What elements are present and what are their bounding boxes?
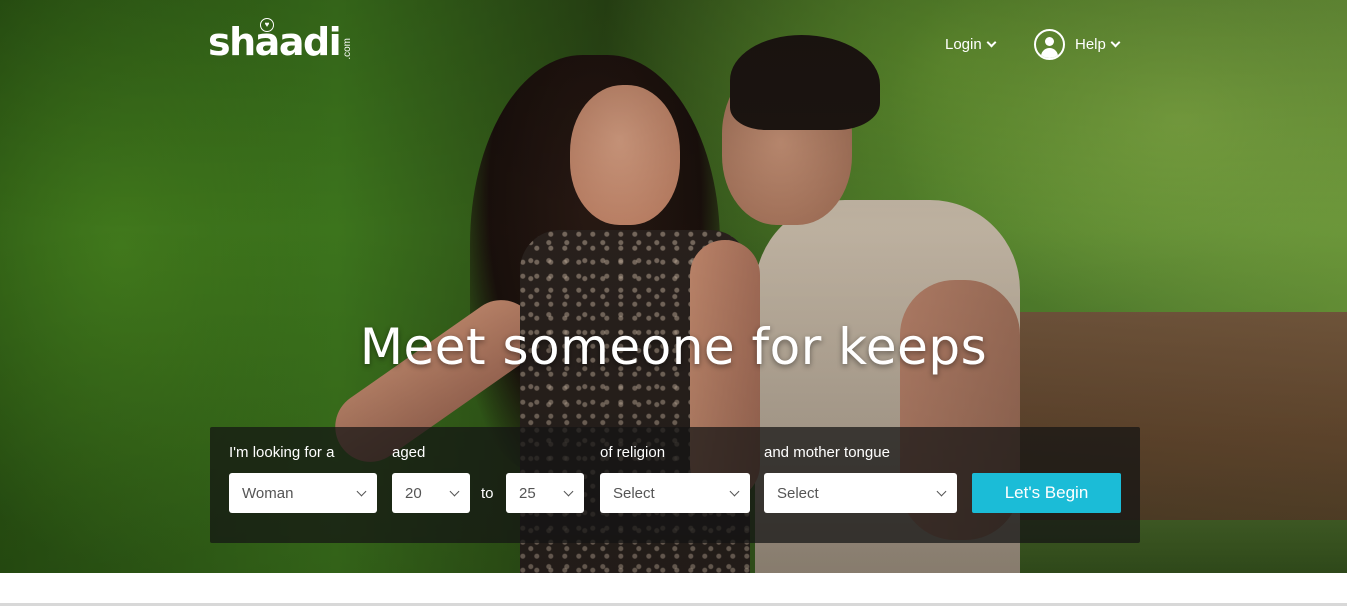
login-label: Login <box>945 35 982 53</box>
chevron-down-icon <box>729 486 740 497</box>
age-to-separator: to <box>481 485 494 502</box>
age-to-value: 25 <box>519 484 536 502</box>
age-from-value: 20 <box>405 484 422 502</box>
lets-begin-button[interactable]: Let's Begin <box>972 473 1121 513</box>
mother-tongue-label: and mother tongue <box>764 444 890 461</box>
looking-for-select[interactable]: Woman <box>229 473 377 513</box>
religion-label: of religion <box>600 444 666 461</box>
site-logo[interactable]: shaadi ♥ .com <box>208 16 353 64</box>
aged-label: aged <box>392 444 426 461</box>
chevron-down-icon <box>356 486 367 497</box>
login-menu[interactable]: Login <box>945 28 997 60</box>
age-to-select[interactable]: 25 <box>506 473 584 513</box>
hero-headline: Meet someone for keeps <box>359 318 988 376</box>
chevron-down-icon <box>1110 37 1121 47</box>
logo-text: shaadi <box>208 20 342 64</box>
chevron-down-icon <box>563 486 574 497</box>
logo-suffix: .com <box>342 38 354 60</box>
heart-icon: ♥ <box>260 18 274 32</box>
religion-select[interactable]: Select <box>600 473 750 513</box>
mother-tongue-select[interactable]: Select <box>764 473 957 513</box>
looking-for-label: I'm looking for a <box>229 444 335 461</box>
looking-for-value: Woman <box>242 484 294 502</box>
user-avatar-icon <box>1034 28 1065 60</box>
mother-tongue-value: Select <box>777 484 819 502</box>
help-label: Help <box>1075 35 1106 53</box>
help-menu[interactable]: Help <box>1034 28 1121 60</box>
chevron-down-icon <box>936 486 947 497</box>
partner-search-panel: I'm looking for a Woman aged 20 to 25 of… <box>210 427 1140 543</box>
chevron-down-icon <box>986 37 997 47</box>
age-from-select[interactable]: 20 <box>392 473 470 513</box>
religion-value: Select <box>613 484 655 502</box>
chevron-down-icon <box>449 486 460 497</box>
